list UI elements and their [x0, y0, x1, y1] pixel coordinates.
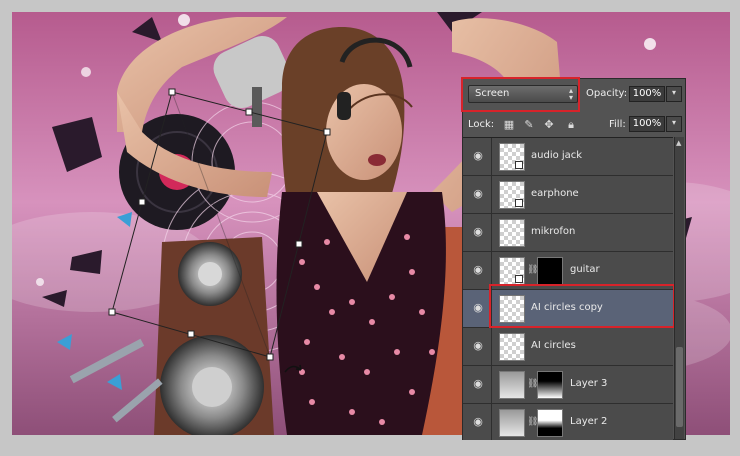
scroll-up-icon[interactable]: ▲	[676, 139, 681, 147]
layer-mask-thumbnail[interactable]	[537, 409, 563, 437]
layer-thumbnail	[499, 409, 525, 437]
layers-panel: Screen ▴ ▾ Opacity: 100% ▾ Lock: ▦ ✎ ✥ 🔒︎…	[461, 77, 686, 440]
layer-thumbnail	[499, 181, 525, 209]
layer-row[interactable]: ◉ earphone	[463, 176, 673, 214]
blend-mode-value: Screen	[475, 88, 510, 99]
layer-mask-thumbnail[interactable]	[537, 371, 563, 399]
layer-name: AI circles copy	[531, 302, 603, 313]
layers-list: ◉ audio jack ◉ earphone ◉ mikrofon ◉ ⛓︎ …	[463, 137, 673, 440]
layer-row[interactable]: ◉ ⛓︎ guitar	[463, 252, 673, 290]
eye-icon[interactable]: ◉	[471, 187, 485, 201]
layer-row-selected[interactable]: ◉ AI circles copy	[463, 290, 673, 328]
fill-dropdown-icon[interactable]: ▾	[666, 116, 682, 132]
layer-name: guitar	[570, 264, 600, 275]
lock-all-icon[interactable]: 🔒︎	[565, 119, 577, 131]
layer-thumbnail	[499, 257, 525, 285]
smart-object-icon	[515, 161, 523, 169]
layer-thumbnail	[499, 371, 525, 399]
opacity-dropdown-icon[interactable]: ▾	[666, 86, 682, 102]
fill-field[interactable]: 100%	[629, 116, 665, 132]
updown-arrows-icon: ▴ ▾	[568, 86, 573, 102]
fill-label: Fill:	[609, 119, 626, 130]
layer-name: earphone	[531, 188, 579, 199]
layer-thumbnail	[499, 219, 525, 247]
layer-row[interactable]: ◉ mikrofon	[463, 214, 673, 252]
eye-icon[interactable]: ◉	[471, 301, 485, 315]
eye-icon[interactable]: ◉	[471, 339, 485, 353]
lock-move-icon[interactable]: ✥	[543, 119, 555, 131]
layer-row[interactable]: ◉ AI circles	[463, 328, 673, 366]
eye-icon[interactable]: ◉	[471, 225, 485, 239]
layer-mask-thumbnail[interactable]	[537, 257, 563, 285]
blend-mode-select[interactable]: Screen ▴ ▾	[468, 85, 578, 103]
eye-icon[interactable]: ◉	[471, 377, 485, 391]
layer-thumbnail	[499, 143, 525, 171]
layer-row[interactable]: ◉ ⛓︎ Layer 3	[463, 366, 673, 404]
eye-icon[interactable]: ◉	[471, 263, 485, 277]
layer-thumbnail	[499, 333, 525, 361]
opacity-field[interactable]: 100%	[629, 86, 665, 102]
layers-scrollbar[interactable]: ▲	[674, 137, 684, 439]
layer-name: Layer 2	[570, 416, 608, 427]
lock-transparent-icon[interactable]: ▦	[503, 119, 515, 131]
lock-brush-icon[interactable]: ✎	[523, 119, 535, 131]
smart-object-icon	[515, 199, 523, 207]
opacity-label: Opacity:	[586, 88, 628, 99]
layer-row[interactable]: ◉ ⛓︎ Layer 2	[463, 404, 673, 440]
smart-object-icon	[515, 275, 523, 283]
eye-icon[interactable]: ◉	[471, 415, 485, 429]
scrollbar-thumb[interactable]	[676, 347, 683, 427]
layer-name: mikrofon	[531, 226, 576, 237]
layer-name: AI circles	[531, 340, 576, 351]
layer-row[interactable]: ◉ audio jack	[463, 138, 673, 176]
lock-label: Lock:	[468, 119, 495, 130]
layer-name: Layer 3	[570, 378, 608, 389]
speaker	[154, 237, 274, 435]
blend-options-row: Screen ▴ ▾ Opacity: 100% ▾	[461, 77, 685, 112]
photoshop-window: Screen ▴ ▾ Opacity: 100% ▾ Lock: ▦ ✎ ✥ 🔒︎…	[0, 0, 740, 456]
layer-name: audio jack	[531, 150, 583, 161]
layer-thumbnail	[499, 295, 525, 323]
eye-icon[interactable]: ◉	[471, 149, 485, 163]
